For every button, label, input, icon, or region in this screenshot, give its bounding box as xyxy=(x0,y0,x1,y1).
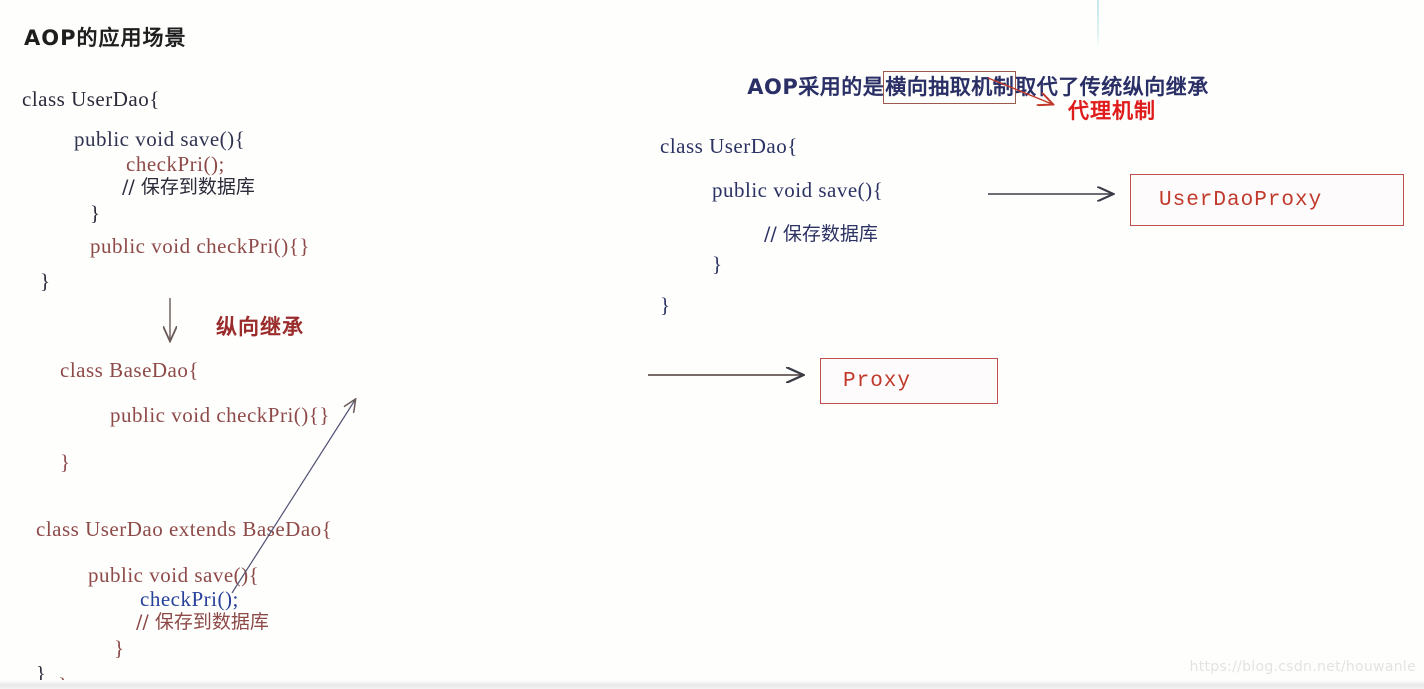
code-line: class UserDao{ xyxy=(22,87,160,111)
code-block-userdao-clean: class UserDao{ public void save(){ // 保存… xyxy=(660,134,883,317)
scan-artifact-line xyxy=(1097,0,1099,48)
code-line: } xyxy=(40,269,51,293)
bottom-bar xyxy=(0,680,1424,689)
code-line: class UserDao{ xyxy=(660,134,798,158)
code-block-basedao: class BaseDao{ public void checkPri(){} … xyxy=(60,358,330,474)
diagram-canvas: AOP的应用场景 class UserDao{ public void save… xyxy=(0,0,1424,689)
code-line: public void checkPri(){} xyxy=(90,234,310,258)
page-title: AOP的应用场景 xyxy=(24,26,187,50)
code-line: } xyxy=(60,450,71,474)
code-line: } xyxy=(90,201,101,225)
code-block-userdao-extends: class UserDao extends BaseDao{ public vo… xyxy=(36,517,332,689)
code-line: checkPri(); xyxy=(140,587,239,611)
code-line: public void save(){ xyxy=(74,127,246,151)
code-line: } xyxy=(660,293,671,317)
box-proxy-label: Proxy xyxy=(843,369,912,393)
code-line: // 保存到数据库 xyxy=(122,176,255,198)
code-line: public void save(){ xyxy=(88,563,260,587)
annotation-proxy-mechanism: 代理机制 xyxy=(1068,99,1156,123)
watermark: https://blog.csdn.net/houwanle xyxy=(1189,659,1416,675)
code-line: // 保存数据库 xyxy=(764,223,878,245)
right-title-prefix: AOP采用的是 xyxy=(747,75,885,99)
code-line: checkPri(); xyxy=(126,152,225,176)
code-line: public void save(){ xyxy=(712,178,884,202)
code-line: } xyxy=(712,252,723,276)
box-proxy[interactable]: Proxy xyxy=(820,358,998,404)
box-userdaoproxy[interactable]: UserDaoProxy xyxy=(1130,174,1404,226)
code-line: class BaseDao{ xyxy=(60,358,199,382)
right-title-highlight: 横向抽取机制 xyxy=(883,71,1017,104)
code-line: class UserDao extends BaseDao{ xyxy=(36,517,333,541)
code-line: } xyxy=(114,636,125,660)
code-line: // 保存到数据库 xyxy=(136,611,269,633)
box-userdaoproxy-label: UserDaoProxy xyxy=(1159,188,1323,212)
code-block-userdao-inline: class UserDao{ public void save(){ check… xyxy=(22,87,310,293)
code-line: public void checkPri(){} xyxy=(110,403,330,427)
annotation-vertical-inheritance: 纵向继承 xyxy=(216,315,304,339)
